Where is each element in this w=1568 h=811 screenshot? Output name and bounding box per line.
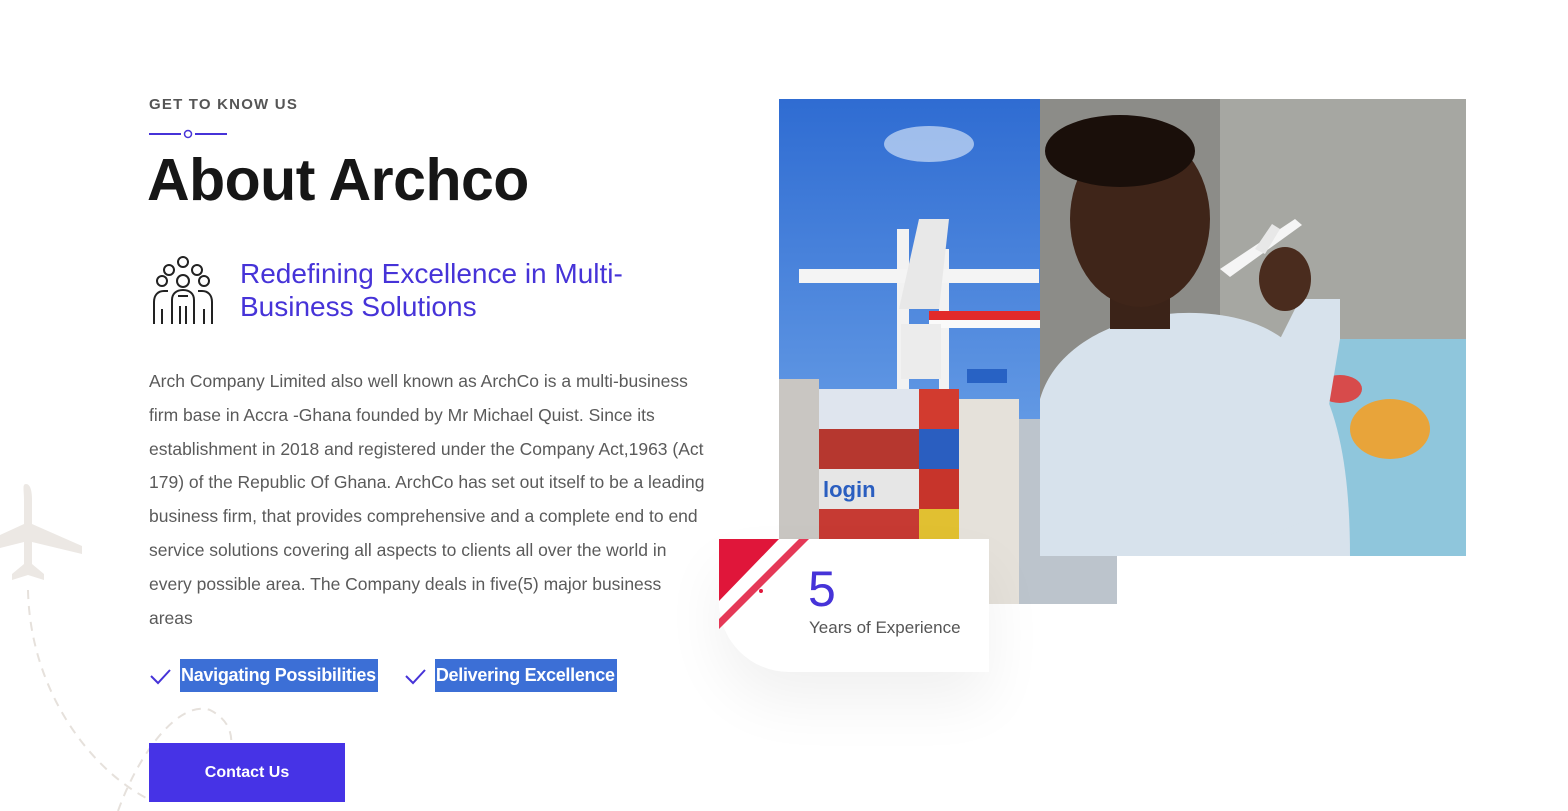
team-group-icon: [153, 256, 213, 324]
highlights-list: Navigating Possibilities Delivering Exce…: [149, 659, 643, 692]
list-item: Navigating Possibilities: [149, 659, 378, 692]
checkmark-icon: [405, 668, 426, 684]
experience-label: Years of Experience: [809, 618, 961, 637]
contact-us-button[interactable]: Contact Us: [149, 743, 345, 802]
section-eyebrow: GET TO KNOW US: [149, 96, 299, 113]
checkmark-icon: [150, 668, 171, 684]
list-item: Delivering Excellence: [404, 659, 617, 692]
svg-text:login: login: [823, 477, 876, 502]
feature-headline: Redefining Excellence in Multi-Business …: [240, 258, 623, 322]
stripe-decoration: [719, 539, 809, 629]
highlight-label: Navigating Possibilities: [180, 659, 378, 692]
divider-ornament: [149, 129, 227, 139]
highlight-label: Delivering Excellence: [434, 659, 617, 692]
man-with-toy-plane-photo: [1040, 99, 1466, 556]
company-description: Arch Company Limited also well known as …: [149, 371, 705, 628]
experience-card: 5 Years of Experience: [719, 539, 989, 672]
page-title: About Archco: [147, 147, 529, 213]
experience-years-number: 5: [808, 561, 836, 617]
